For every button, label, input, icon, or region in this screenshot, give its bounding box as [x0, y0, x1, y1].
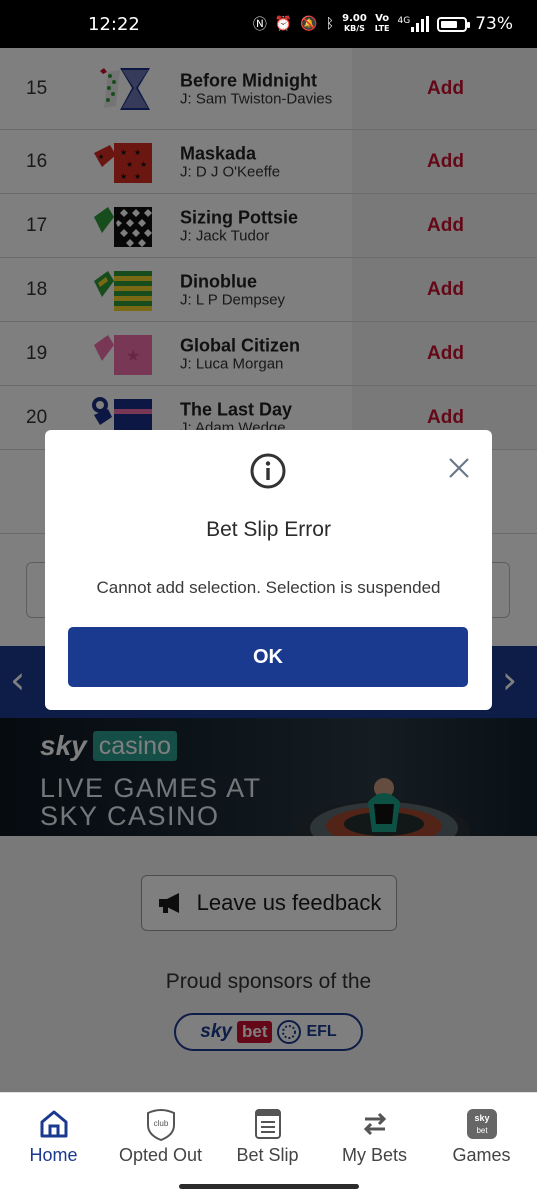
status-icons: Ⓝ ⏰ 🔕 ᛒ 9.00 KB/S Vo LTE 4G 73% — [252, 14, 513, 35]
nav-label: Games — [452, 1145, 511, 1165]
nav-item-bet-slip[interactable]: Bet Slip — [214, 1093, 321, 1173]
volte-label: Vo — [375, 13, 390, 24]
status-time: 12:22 — [88, 13, 140, 35]
alarm-icon: ⏰ — [274, 16, 293, 32]
signal-icon: 4G — [398, 16, 430, 32]
home-icon — [40, 1110, 67, 1138]
gesture-handle — [179, 1184, 359, 1189]
info-icon — [250, 453, 286, 489]
nav-label: Bet Slip — [236, 1145, 299, 1165]
signal-bars-icon — [411, 16, 430, 32]
battery-fill — [441, 20, 458, 28]
dialog-title: Bet Slip Error — [206, 518, 331, 541]
bet-slip-icon — [254, 1109, 281, 1139]
bluetooth-icon: ᛒ — [325, 16, 335, 32]
battery-icon — [437, 16, 471, 32]
nav-label: Opted Out — [118, 1145, 203, 1165]
sky-bet-games-icon: sky bet — [466, 1109, 497, 1139]
network-speed-value: 9.00 — [342, 13, 367, 24]
lte-label: LTE — [374, 24, 390, 33]
battery-percent: 73% — [475, 14, 513, 34]
signal-label: 4G — [397, 16, 411, 26]
ok-button[interactable]: OK — [68, 627, 468, 687]
nfc-icon: Ⓝ — [252, 17, 267, 33]
nav-item-opted-out[interactable]: club Opted Out — [107, 1093, 214, 1173]
nav-item-my-bets[interactable]: My Bets — [321, 1093, 428, 1173]
club-shield-icon: club — [146, 1109, 175, 1141]
games-icon-bet: bet — [476, 1126, 488, 1135]
nav-item-games[interactable]: sky bet Games — [428, 1093, 535, 1173]
network-speed: 9.00 KB/S — [342, 14, 367, 34]
volte-indicator: Vo LTE — [375, 14, 390, 34]
network-speed-unit: KB/S — [343, 24, 365, 33]
nav-label: Home — [29, 1145, 78, 1165]
club-icon-text: club — [153, 1119, 168, 1128]
refresh-arrows-icon — [363, 1112, 386, 1136]
bet-slip-error-dialog: Bet Slip Error Cannot add selection. Sel… — [45, 430, 492, 710]
games-icon-sky: sky — [474, 1113, 489, 1123]
mute-icon: 🔕 — [300, 16, 318, 32]
nav-item-home[interactable]: Home — [0, 1093, 107, 1173]
dialog-message: Cannot add selection. Selection is suspe… — [96, 578, 441, 597]
close-icon[interactable] — [445, 454, 473, 482]
nav-label: My Bets — [341, 1145, 407, 1165]
status-bar: 12:22 Ⓝ ⏰ 🔕 ᛒ 9.00 KB/S Vo LTE 4G 73% — [0, 0, 537, 48]
